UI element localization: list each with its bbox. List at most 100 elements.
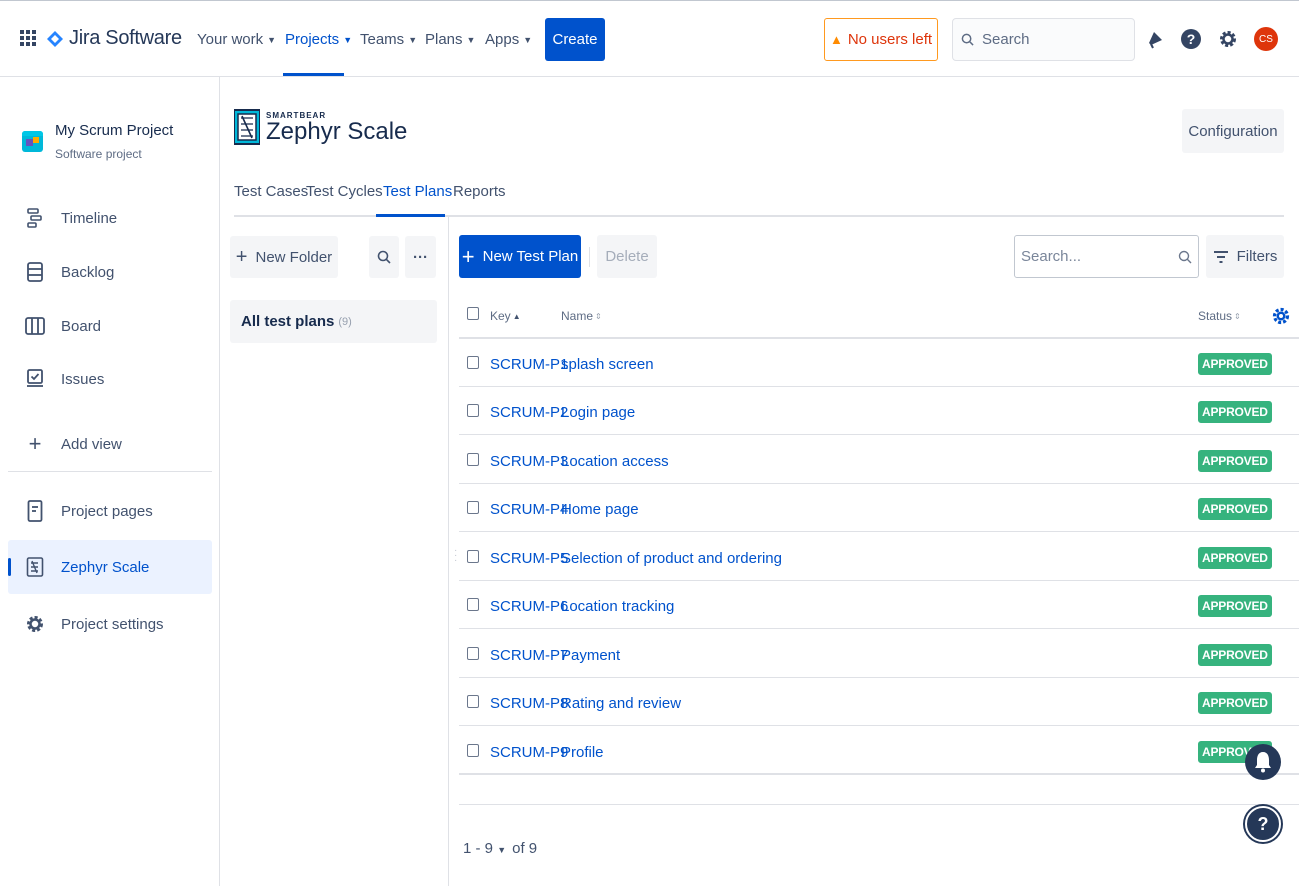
column-key[interactable]: Key ▲: [490, 309, 521, 323]
new-test-plan-button[interactable]: + New Test Plan: [459, 235, 581, 278]
nav-label: Teams: [360, 31, 405, 48]
column-name[interactable]: Name ⇕: [561, 309, 602, 323]
megaphone-icon: [1149, 32, 1162, 49]
folder-all-test-plans[interactable]: All test plans (9): [230, 300, 437, 343]
row-key-link[interactable]: SCRUM-P4: [490, 501, 568, 518]
tab-test-cases[interactable]: Test Cases: [234, 183, 308, 200]
sidebar-item-project-pages[interactable]: Project pages: [8, 485, 212, 537]
row-key-link[interactable]: SCRUM-P7: [490, 647, 568, 664]
test-plan-search-input[interactable]: Search...: [1014, 235, 1199, 278]
nav-your-work[interactable]: Your work ▼: [197, 31, 276, 48]
filters-label: Filters: [1236, 248, 1278, 265]
sidebar-item-backlog[interactable]: Backlog: [8, 246, 212, 298]
sidebar-item-add-view[interactable]: + Add view: [8, 418, 212, 470]
table-row[interactable]: SCRUM-P9 Profile APPROVED: [459, 727, 1299, 775]
row-checkbox[interactable]: [467, 744, 479, 757]
app-switcher-icon[interactable]: [20, 30, 36, 46]
row-key-link[interactable]: SCRUM-P6: [490, 598, 568, 615]
tab-test-cycles[interactable]: Test Cycles: [306, 183, 383, 200]
help-icon[interactable]: ?: [1179, 27, 1203, 51]
row-name-link[interactable]: Payment: [561, 647, 620, 664]
row-key-link[interactable]: SCRUM-P5: [490, 550, 568, 567]
row-key-link[interactable]: SCRUM-P2: [490, 404, 568, 421]
sidebar-item-timeline[interactable]: Timeline: [8, 192, 212, 244]
table-row[interactable]: SCRUM-P1 splash screen APPROVED: [459, 339, 1299, 387]
row-name-link[interactable]: Profile: [561, 744, 604, 761]
delete-button[interactable]: Delete: [597, 235, 657, 278]
nav-label: Projects: [285, 31, 340, 48]
nav-teams[interactable]: Teams ▼: [360, 31, 417, 48]
warning-icon: ▲: [829, 32, 843, 47]
row-name-link[interactable]: Location tracking: [561, 598, 674, 615]
table-row[interactable]: SCRUM-P8 Rating and review APPROVED: [459, 678, 1299, 726]
question-icon: ?: [1257, 813, 1269, 834]
configuration-button[interactable]: Configuration: [1182, 109, 1284, 153]
app-tabs: Test Cases Test Cycles Test Plans Report…: [234, 183, 1284, 217]
notifications-float-button[interactable]: [1245, 744, 1281, 780]
folder-more-button[interactable]: ···: [405, 236, 436, 278]
row-checkbox[interactable]: [467, 695, 479, 708]
resize-handle-icon[interactable]: · · ·: [454, 546, 458, 566]
sidebar-item-issues[interactable]: Issues: [8, 353, 212, 405]
project-header[interactable]: My Scrum Project Software project: [22, 122, 173, 161]
jira-logo[interactable]: Jira Software: [47, 27, 182, 50]
search-placeholder: Search: [982, 31, 1030, 48]
user-avatar[interactable]: CS: [1254, 27, 1278, 51]
table-row[interactable]: SCRUM-P7 Payment APPROVED: [459, 630, 1299, 678]
sidebar-item-label: Add view: [61, 435, 122, 453]
row-key-link[interactable]: SCRUM-P3: [490, 453, 568, 470]
create-button[interactable]: Create: [545, 18, 605, 61]
row-name-link[interactable]: splash screen: [561, 356, 654, 373]
nav-plans[interactable]: Plans ▼: [425, 31, 475, 48]
board-icon: [25, 316, 45, 336]
sidebar-item-zephyr-scale[interactable]: Zephyr Scale: [8, 540, 212, 594]
table-row[interactable]: SCRUM-P2 Login page APPROVED: [459, 387, 1299, 435]
help-float-button[interactable]: ?: [1245, 806, 1281, 842]
table-row[interactable]: SCRUM-P4 Home page APPROVED: [459, 484, 1299, 532]
tab-test-plans[interactable]: Test Plans: [383, 183, 452, 200]
new-folder-button[interactable]: + New Folder: [230, 236, 338, 278]
row-name-link[interactable]: Selection of product and ordering: [561, 550, 782, 567]
filters-button[interactable]: Filters: [1206, 235, 1284, 278]
select-all-checkbox[interactable]: [467, 307, 479, 320]
sidebar-item-label: Issues: [61, 370, 105, 388]
column-status[interactable]: Status ⇕: [1198, 309, 1241, 323]
tab-reports[interactable]: Reports: [453, 183, 506, 200]
row-checkbox[interactable]: [467, 501, 479, 514]
row-key-link[interactable]: SCRUM-P9: [490, 744, 568, 761]
global-search-input[interactable]: Search: [952, 18, 1135, 61]
row-checkbox[interactable]: [467, 404, 479, 417]
table-row[interactable]: SCRUM-P5 Selection of product and orderi…: [459, 533, 1299, 581]
row-name-link[interactable]: Location access: [561, 453, 669, 470]
row-checkbox[interactable]: [467, 453, 479, 466]
status-badge: APPROVED: [1198, 450, 1272, 472]
sidebar-item-project-settings[interactable]: Project settings: [8, 598, 212, 650]
status-badge: APPROVED: [1198, 644, 1272, 666]
folder-search-button[interactable]: [369, 236, 399, 278]
row-checkbox[interactable]: [467, 598, 479, 611]
page-range-select[interactable]: 1 - 9 ▼: [463, 840, 506, 857]
notifications-icon[interactable]: [1143, 27, 1167, 51]
row-key-link[interactable]: SCRUM-P1: [490, 356, 568, 373]
table-row[interactable]: SCRUM-P3 Location access APPROVED: [459, 436, 1299, 484]
sidebar-item-board[interactable]: Board: [8, 300, 212, 352]
column-settings-icon[interactable]: [1271, 306, 1291, 326]
row-checkbox[interactable]: [467, 356, 479, 369]
settings-icon[interactable]: [1216, 27, 1240, 51]
nav-apps[interactable]: Apps ▼: [485, 31, 532, 48]
folder-count: (9): [338, 315, 352, 328]
row-name-link[interactable]: Rating and review: [561, 695, 681, 712]
table-row[interactable]: SCRUM-P6 Location tracking APPROVED: [459, 581, 1299, 629]
row-checkbox[interactable]: [467, 647, 479, 660]
filter-icon: [1213, 250, 1228, 263]
row-key-link[interactable]: SCRUM-P8: [490, 695, 568, 712]
no-users-left-button[interactable]: ▲ No users left: [824, 18, 938, 61]
table-header: Key ▲ Name ⇕ Status ⇕: [459, 296, 1299, 339]
column-label: Name: [561, 309, 594, 323]
sidebar-item-label: Project pages: [61, 502, 153, 520]
row-name-link[interactable]: Login page: [561, 404, 635, 421]
nav-projects[interactable]: Projects ▼: [285, 31, 352, 48]
row-checkbox[interactable]: [467, 550, 479, 563]
row-name-link[interactable]: Home page: [561, 501, 639, 518]
warning-label: No users left: [847, 31, 933, 48]
